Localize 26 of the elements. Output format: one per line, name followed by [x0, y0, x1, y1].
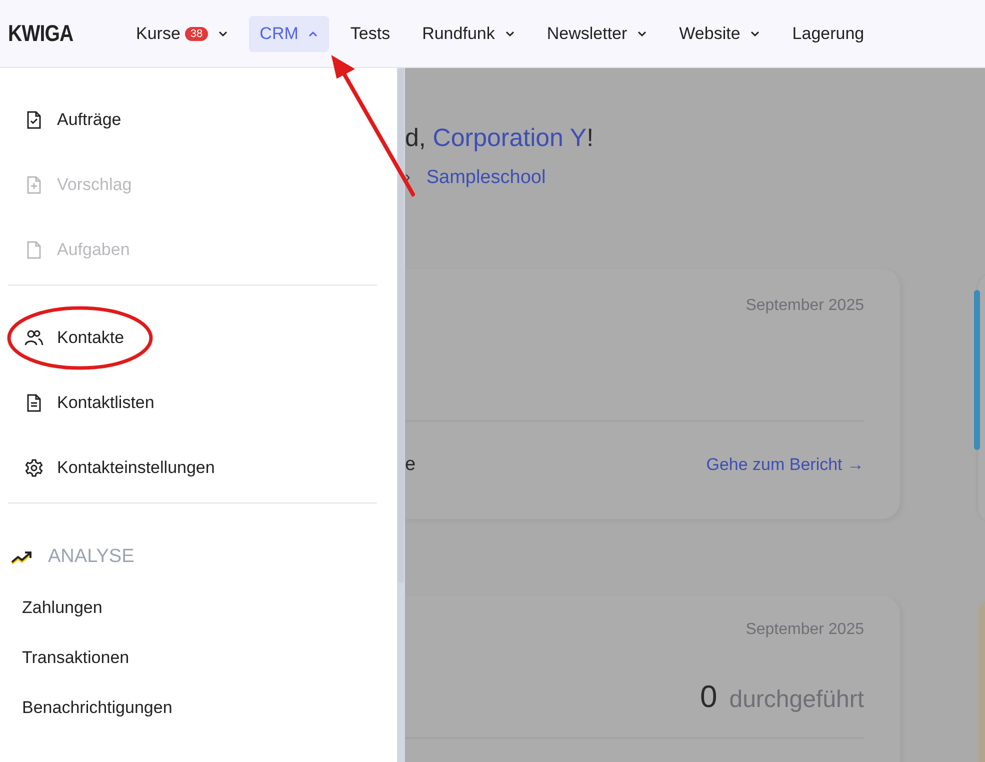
nav-tab[interactable]: CRM [248, 16, 330, 52]
nav-tab[interactable]: Newsletter [536, 16, 658, 52]
logo[interactable]: KWIGA [8, 20, 80, 47]
menu-icon [24, 328, 44, 348]
count-value: 0 [700, 679, 718, 715]
nav-tab[interactable]: Tests [339, 16, 402, 52]
count-badge: 38 [185, 26, 208, 40]
nav-tab[interactable]: Kurse 38 [125, 16, 239, 52]
count-label: durchgeführt [729, 686, 864, 714]
trend-icon [10, 549, 34, 565]
nav-tab[interactable]: Rundfunk [411, 16, 526, 52]
period-label: September 2025 [746, 621, 864, 639]
menu-item[interactable]: Benachrichtigungen [8, 683, 172, 733]
menu-item[interactable]: Transaktionen [8, 633, 130, 683]
menu-item[interactable]: Kontaktlisten [8, 370, 377, 435]
menu-item[interactable]: Kontakte [8, 305, 377, 370]
card-footer-text: e [405, 454, 416, 476]
menu-item[interactable]: Zahlungen [8, 583, 102, 633]
menu-icon [24, 458, 44, 478]
greeting-heading: d, Corporation Y! [405, 123, 594, 153]
nav-tab[interactable]: Website [668, 16, 772, 52]
section-heading: ANALYSE [10, 539, 134, 575]
menu-item[interactable]: Aufträge [8, 87, 377, 152]
nav-tab[interactable]: Lagerung [781, 16, 876, 52]
menu-item[interactable]: Kontakteinstellungen [8, 435, 377, 500]
period-label: September 2025 [746, 297, 864, 315]
